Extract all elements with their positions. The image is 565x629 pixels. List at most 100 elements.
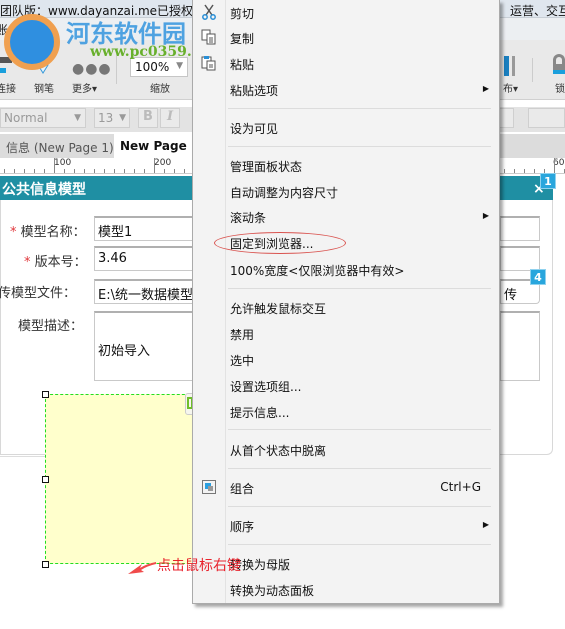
- publish-icon[interactable]: [504, 56, 509, 76]
- ruler-tick: [114, 169, 115, 173]
- ruler-tick: [514, 169, 515, 173]
- style-value: Normal: [4, 111, 48, 125]
- ruler-tick: [14, 169, 15, 173]
- menu-item[interactable]: 粘贴: [230, 56, 254, 73]
- ruler-tick: [44, 169, 45, 173]
- menu-item[interactable]: 提示信息...: [230, 404, 289, 421]
- publish-label[interactable]: 布▾: [503, 80, 518, 95]
- menu-item[interactable]: 管理面板状态: [230, 158, 302, 175]
- menu-separator: [228, 288, 491, 289]
- menu-item[interactable]: 转换为动态面板: [230, 582, 314, 599]
- tab-label: New Page 1: [120, 139, 200, 153]
- lock-icon[interactable]: [553, 54, 565, 74]
- version-input-end[interactable]: [500, 246, 540, 271]
- field-label-model-name: * 模型名称：: [10, 221, 86, 240]
- misc-select[interactable]: [528, 108, 565, 128]
- ruler-tick: [554, 158, 555, 173]
- highlight-ellipse: [214, 232, 346, 254]
- label-text: 模型名称：: [20, 225, 86, 240]
- zoom-label: 缩放: [150, 84, 170, 95]
- panel-bottom-line: [0, 456, 45, 457]
- menu-item[interactable]: 自动调整为内容尺寸: [230, 184, 338, 201]
- ruler-tick: [124, 169, 125, 173]
- resize-handle[interactable]: [42, 561, 49, 568]
- ruler-tick: [504, 169, 505, 173]
- required-mark: *: [24, 255, 31, 270]
- ribbon-divider: [532, 58, 533, 82]
- menu-item[interactable]: 滚动条: [230, 209, 266, 226]
- resize-handle[interactable]: [42, 391, 49, 398]
- required-mark: *: [10, 225, 17, 240]
- ruler-tick: [34, 169, 35, 173]
- lock-label[interactable]: 锁: [555, 80, 565, 95]
- ruler-tick: [84, 169, 85, 173]
- menu-separator: [228, 468, 491, 469]
- label-text: 版本号：: [34, 255, 87, 270]
- menu-shortcut: Ctrl+G: [440, 480, 481, 494]
- model-name-input[interactable]: 模型1: [94, 216, 194, 241]
- menu-item[interactable]: 从首个状态中脱离: [230, 442, 326, 459]
- zoom-value: 100%: [135, 60, 170, 74]
- submenu-arrow-icon: ▶: [482, 84, 489, 93]
- menu-item[interactable]: 剪切: [230, 5, 254, 22]
- ruler-mark: 200: [154, 158, 172, 168]
- menu-separator: [228, 506, 491, 507]
- group-icon: [201, 479, 217, 495]
- pen-label[interactable]: 钢笔: [34, 80, 54, 95]
- version-input[interactable]: 3.46: [94, 246, 194, 271]
- description-textarea-end[interactable]: [500, 311, 540, 381]
- italic-button[interactable]: I: [160, 108, 180, 128]
- menu-separator: [228, 544, 491, 545]
- menu-item[interactable]: 禁用: [230, 326, 254, 343]
- ruler-tick: [74, 169, 75, 173]
- annotation-text: 点击鼠标右键: [157, 558, 241, 574]
- menu-item[interactable]: 组合: [230, 480, 254, 497]
- ruler-tick: [64, 169, 65, 173]
- sticky-note[interactable]: [45, 394, 195, 564]
- submenu-arrow-icon: ▶: [482, 520, 489, 529]
- zoom-select[interactable]: 100% ▼: [130, 57, 188, 77]
- style-select[interactable]: Normal ▼: [0, 108, 86, 128]
- paste-icon: [201, 55, 217, 71]
- ruler-tick: [54, 158, 55, 173]
- connect-label[interactable]: 连接: [0, 80, 16, 95]
- description-textarea[interactable]: 初始导入: [94, 311, 194, 381]
- badge: 4: [530, 269, 546, 285]
- ruler-tick: [534, 169, 535, 173]
- bold-button[interactable]: B: [138, 108, 158, 128]
- model-name-input-end[interactable]: [500, 216, 540, 241]
- menu-item[interactable]: 复制: [230, 30, 254, 47]
- menu-separator: [228, 108, 491, 109]
- publish-icon-bar: [512, 56, 515, 76]
- window-title-right: 运营、交互: [510, 4, 565, 18]
- tab-label: 信息 (New Page 1): [6, 141, 114, 155]
- tab-new-page-1[interactable]: New Page 1: [114, 134, 199, 158]
- ruler-tick: [104, 169, 105, 173]
- menu-item[interactable]: 100%宽度<仅限浏览器中有效>: [230, 262, 404, 279]
- menu-separator: [228, 146, 491, 147]
- scissors-icon: [201, 4, 217, 20]
- ruler-tick: [94, 169, 95, 173]
- more-label[interactable]: 更多▾: [72, 80, 97, 95]
- menu-item[interactable]: 选中: [230, 352, 254, 369]
- menu-gutter: [193, 0, 226, 603]
- ruler-tick: [154, 158, 155, 173]
- ruler-tick: [164, 169, 165, 173]
- field-label-description: 模型描述：: [18, 319, 84, 334]
- chevron-down-icon: ▼: [119, 113, 126, 123]
- menu-item[interactable]: 允许触发鼠标交互: [230, 300, 326, 317]
- font-size-select[interactable]: 13 ▼: [94, 108, 130, 128]
- submenu-arrow-icon: ▶: [482, 211, 489, 220]
- menu-item[interactable]: 粘贴选项: [230, 82, 278, 99]
- menu-item[interactable]: 设置选项组...: [230, 378, 301, 395]
- context-menu: 剪切 复制 粘贴 粘贴选项 ▶ 设为可见 管理面板状态 自动调整为内容尺寸 滚动条 ▶ 固定到浏览器…: [192, 0, 500, 604]
- upload-button-label: 传: [504, 288, 518, 303]
- ruler-tick: [24, 169, 25, 173]
- ruler-tick: [524, 169, 525, 173]
- ruler-tick: [134, 169, 135, 173]
- menu-item[interactable]: 设为可见: [230, 120, 278, 137]
- resize-handle[interactable]: [42, 476, 49, 483]
- menu-item[interactable]: 顺序: [230, 518, 254, 535]
- file-path-input[interactable]: E:\统一数据模型: [94, 279, 194, 304]
- more-icon[interactable]: ●●●: [72, 61, 112, 77]
